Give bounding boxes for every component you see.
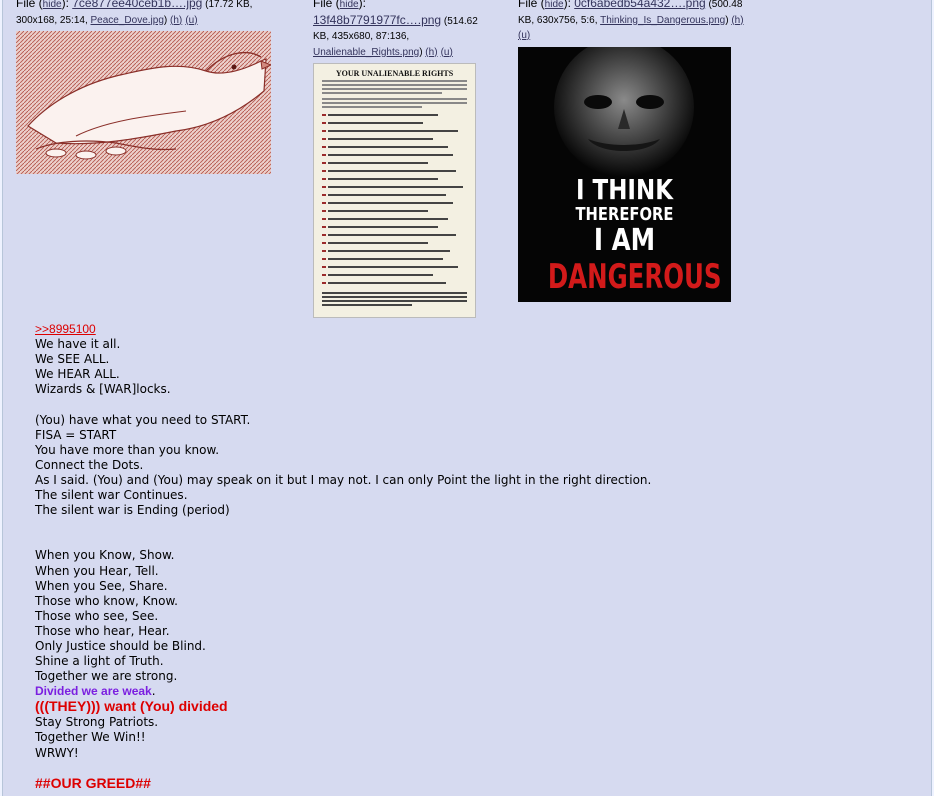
file-meta: (500.48 [705,0,743,10]
message-line: Wizards & [WAR]locks. [35,382,171,397]
file-label: File ( [518,0,545,10]
message-line: We SEE ALL. [35,352,110,367]
hide-link[interactable]: hide [340,0,359,10]
u-link[interactable]: (u) [441,47,453,58]
file-sep: ): [358,0,366,10]
file-label: File ( [313,0,340,10]
original-filename-link[interactable]: Unalienable_Rights.png [313,47,419,58]
u-link[interactable]: (u) [185,15,197,26]
message-line: Those who know, Know. [35,593,178,608]
file-name-link[interactable]: 7ce877ee40ceb1b….jpg [72,0,202,10]
message-group-a: We have it all. We SEE ALL. We HEAR ALL. Wi… [35,337,915,397]
file-meta: (17.72 KB, [202,0,253,10]
thumbnail-thinking-dangerous[interactable]: I THINK THEREFORE I AM DANGEROUS [518,47,731,302]
h-link[interactable]: (h) [170,15,182,26]
message-line: Only Justice should be Blind. [35,638,206,653]
message-line: Together We Win!! [35,730,146,745]
hide-link[interactable]: hide [545,0,564,10]
greed-heading: ##OUR GREED## [35,774,151,791]
message-line: WRWY! [35,745,79,760]
thumbnail-unalienable-rights[interactable]: YOUR UNALIENABLE RIGHTS [313,63,476,318]
original-filename-link[interactable]: Peace_Dove.jpg [91,15,164,26]
message-group-b: (You) have what you need to START. FISA =… [35,413,915,519]
red-text: (((THEY))) want (You) divided [35,698,228,715]
file-info-2: File (hide): 13f48b7791977fc….png (514.6… [313,0,503,60]
message-line: Those who see, See. [35,608,159,623]
message-line: When you Know, Show. [35,548,175,563]
poster-line-3: I AM [593,223,656,258]
file-meta-2: KB, 630x756, 5:6, [518,14,601,26]
message-line: FISA = START [35,427,117,442]
file-meta: (514.62 [441,15,478,27]
message-line: You have more than you know. [35,442,220,457]
poster-line-4: DANGEROUS [547,257,722,297]
rights-title: YOUR UNALIENABLE RIGHTS [335,69,454,78]
file-label: File ( [16,0,43,10]
thumbnail-peace-dove[interactable] [16,31,271,174]
message-line: Connect the Dots. [35,457,144,472]
hide-link[interactable]: hide [43,0,62,10]
u-link[interactable]: (u) [518,30,530,41]
message-line: Together we are strong. [35,669,178,684]
message-line: We have it all. [35,337,121,352]
file-name-link[interactable]: 13f48b7791977fc….png [313,13,441,27]
purple-text: Divided we are weak [35,684,152,699]
message-line: Those who hear, Hear. [35,623,170,638]
message-line: The silent war Continues. [35,488,188,503]
file-info-3: File (hide): 0cf6abedb54a432….png (500.4… [518,0,768,44]
file-meta-2: 300x168, 25:14, [16,14,91,26]
file-name-link[interactable]: 0cf6abedb54a432….png [574,0,705,10]
mask-face-icon [554,47,694,177]
message-line: Shine a light of Truth. [35,654,164,669]
message-line: When you See, Share. [35,578,168,593]
h-link[interactable]: (h) [731,15,743,26]
file-sep: ): [563,0,575,10]
file-sep: ): [61,0,73,10]
h-link[interactable]: (h) [425,47,437,58]
message-group-d: Stay Strong Patriots. Together We Win!! WR… [35,715,915,760]
message-line: When you Hear, Tell. [35,563,159,578]
file-info-1: File (hide): 7ce877ee40ceb1b….jpg (17.72… [16,0,286,28]
quote-link[interactable]: >>8995100 [35,322,96,336]
file-meta-2: KB, 435x680, 87:136, [313,31,410,42]
message-line: The silent war is Ending (period) [35,503,230,518]
message-line: We HEAR ALL. [35,367,120,382]
message-group-c: When you Know, Show. When you Hear, Tell.… [35,548,915,684]
poster-line-1: I THINK [576,173,673,206]
purple-tail: . [151,684,156,699]
message-line: (You) have what you need to START. [35,412,251,427]
post-message: >>8995100 We have it all. We SEE ALL. We H… [35,322,915,791]
message-line: Stay Strong Patriots. [35,715,159,730]
message-line: As I said. (You) and (You) may speak on … [35,472,652,487]
original-filename-link[interactable]: Thinking_Is_Dangerous.png [600,15,725,26]
